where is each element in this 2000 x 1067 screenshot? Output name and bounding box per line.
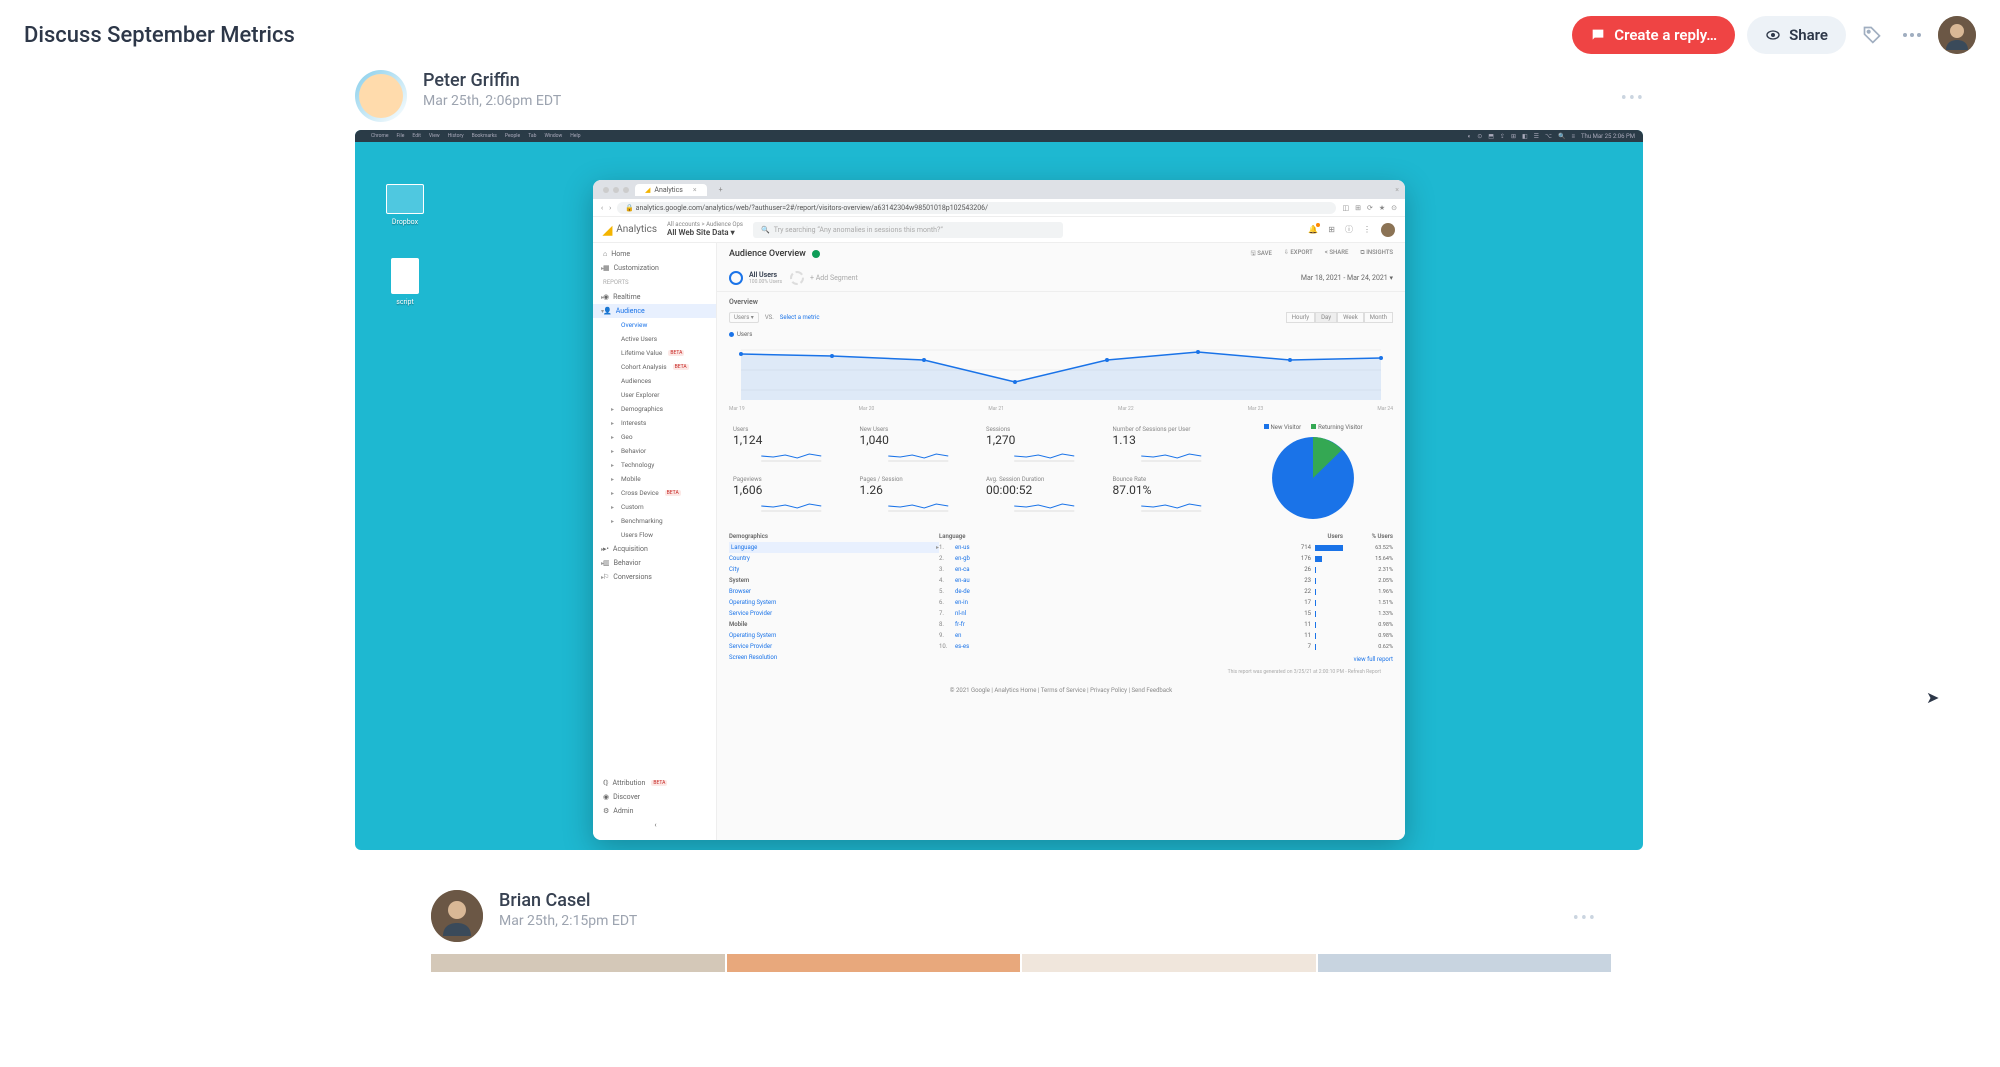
create-reply-button[interactable]: Create a reply… <box>1572 16 1735 54</box>
report-generated-note: This report was generated on 3/25/21 at … <box>729 667 1393 677</box>
browser-window: ◢Analytics× + × ‹› 🔒 analytics.google.co… <box>593 180 1405 840</box>
desktop-folder-dropbox: Dropbox <box>381 184 429 226</box>
ga-avatar <box>1381 223 1395 237</box>
nav-customization: ▸▦Customization <box>593 261 716 275</box>
report-title: Audience Overview <box>729 249 806 259</box>
nav-audiences: Audiences <box>593 374 716 388</box>
author-name[interactable]: Brian Casel <box>499 890 637 911</box>
apps-icon: ⊞ <box>1328 225 1335 234</box>
nav-overview: Overview <box>593 318 716 332</box>
cursor-icon: ➤ <box>1926 688 1939 707</box>
visitor-pie-chart <box>1270 435 1356 521</box>
nav-realtime: ▸◉Realtime <box>593 290 716 304</box>
eye-icon <box>1765 27 1781 43</box>
desktop-file-script: script <box>381 258 429 306</box>
new-tab-button: + <box>713 186 729 194</box>
more-button[interactable] <box>1898 21 1926 49</box>
message-timestamp: Mar 25th, 2:06pm EDT <box>423 93 561 109</box>
ga-view-name: All Web Site Data <box>667 228 729 237</box>
mac-clock: Thu Mar 25 2:06 PM <box>1581 133 1635 140</box>
ga-logo: ◢Analytics <box>603 223 657 237</box>
nav-users-flow: Users Flow <box>593 528 716 542</box>
nav-demographics: ▸Demographics <box>593 402 716 416</box>
bell-icon: 🔔 <box>1308 225 1318 234</box>
nav-cohort: Cohort AnalysisBETA <box>593 360 716 374</box>
nav-behavior: ▸Behavior <box>593 444 716 458</box>
nav-conversions: ▸⚐Conversions <box>593 570 716 584</box>
nav-acquisition: ▸▸•Acquisition <box>593 542 716 556</box>
nav-discover: ◉Discover <box>593 790 716 804</box>
ga-footer: © 2021 Google | Analytics Home | Terms o… <box>717 683 1405 698</box>
help-icon: ⓘ <box>1345 224 1353 235</box>
date-range: Mar 18, 2021 - Mar 24, 2021 <box>1301 274 1388 282</box>
metrics-grid: Users1,124New Users1,040Sessions1,270Num… <box>729 424 1233 521</box>
nav-mobile: ▸Mobile <box>593 472 716 486</box>
user-avatar[interactable] <box>1938 16 1976 54</box>
verified-icon <box>812 250 820 258</box>
mac-menubar: ChromeFileEdit ViewHistoryBookmarks Peop… <box>355 130 1643 142</box>
message-more-button[interactable]: ••• <box>1573 908 1597 929</box>
nav-behavior-main: ▸▥Behavior <box>593 556 716 570</box>
page-title: Discuss September Metrics <box>24 23 295 48</box>
tag-icon-button[interactable] <box>1858 21 1886 49</box>
nav-user-explorer: User Explorer <box>593 388 716 402</box>
more-vert-icon: ⋮ <box>1363 225 1371 234</box>
nav-active-users: Active Users <box>593 332 716 346</box>
nav-benchmarking: ▸Benchmarking <box>593 514 716 528</box>
nav-interests: ▸Interests <box>593 416 716 430</box>
users-line-chart <box>729 340 1393 400</box>
nav-admin: ⚙Admin <box>593 804 716 818</box>
overview-label: Overview <box>717 292 1405 308</box>
nav-attribution: ℚAttributionBETA <box>593 776 716 790</box>
author-avatar[interactable] <box>355 70 407 122</box>
nav-technology: ▸Technology <box>593 458 716 472</box>
view-full-report-link: view full report <box>939 652 1393 667</box>
share-button[interactable]: Share <box>1747 16 1846 54</box>
url-bar: 🔒 analytics.google.com/analytics/web/?au… <box>617 202 1336 214</box>
ga-search: 🔍 Try searching “Any anomalies in sessio… <box>753 222 1063 238</box>
screenshot-attachment[interactable]: ChromeFileEdit ViewHistoryBookmarks Peop… <box>355 130 1643 850</box>
nav-cross-device: ▸Cross DeviceBETA <box>593 486 716 500</box>
dimension-list: DemographicsLanguageCountryCitySystemBro… <box>729 531 939 667</box>
create-reply-label: Create a reply… <box>1614 26 1717 44</box>
nav-audience: ▾👤Audience <box>593 304 716 318</box>
ga-sidebar: ⌂Home ▸▦Customization REPORTS ▸◉Realtime… <box>593 243 717 840</box>
nav-reports-header: REPORTS <box>593 275 716 290</box>
nav-custom: ▸Custom <box>593 500 716 514</box>
nav-lifetime-value: Lifetime ValueBETA <box>593 346 716 360</box>
message-more-button[interactable]: ••• <box>1621 88 1645 109</box>
add-segment: + Add Segment <box>810 274 858 282</box>
author-avatar[interactable] <box>431 890 483 942</box>
dots-icon <box>1902 32 1922 38</box>
nav-home: ⌂Home <box>593 247 716 261</box>
chat-icon <box>1590 27 1606 43</box>
tag-icon <box>1862 25 1882 45</box>
ga-main: Audience Overview 🖫 SAVE ⇩ EXPORT < SHAR… <box>717 243 1405 840</box>
nav-geo: ▸Geo <box>593 430 716 444</box>
message-timestamp: Mar 25th, 2:15pm EDT <box>499 913 637 929</box>
avatar-icon <box>1938 16 1976 54</box>
chart-legend-users: Users <box>737 331 752 338</box>
window-controls <box>603 187 629 193</box>
segment-all-users: All Users <box>749 271 782 279</box>
reply-media-preview[interactable] <box>431 954 1611 972</box>
author-name[interactable]: Peter Griffin <box>423 70 561 91</box>
browser-tab: ◢Analytics× <box>635 184 707 196</box>
avatar-icon <box>431 890 483 942</box>
language-table: 1.en-us71463.52%2.en-gb17615.64%3.en-ca2… <box>939 542 1393 652</box>
share-label: Share <box>1789 26 1828 44</box>
